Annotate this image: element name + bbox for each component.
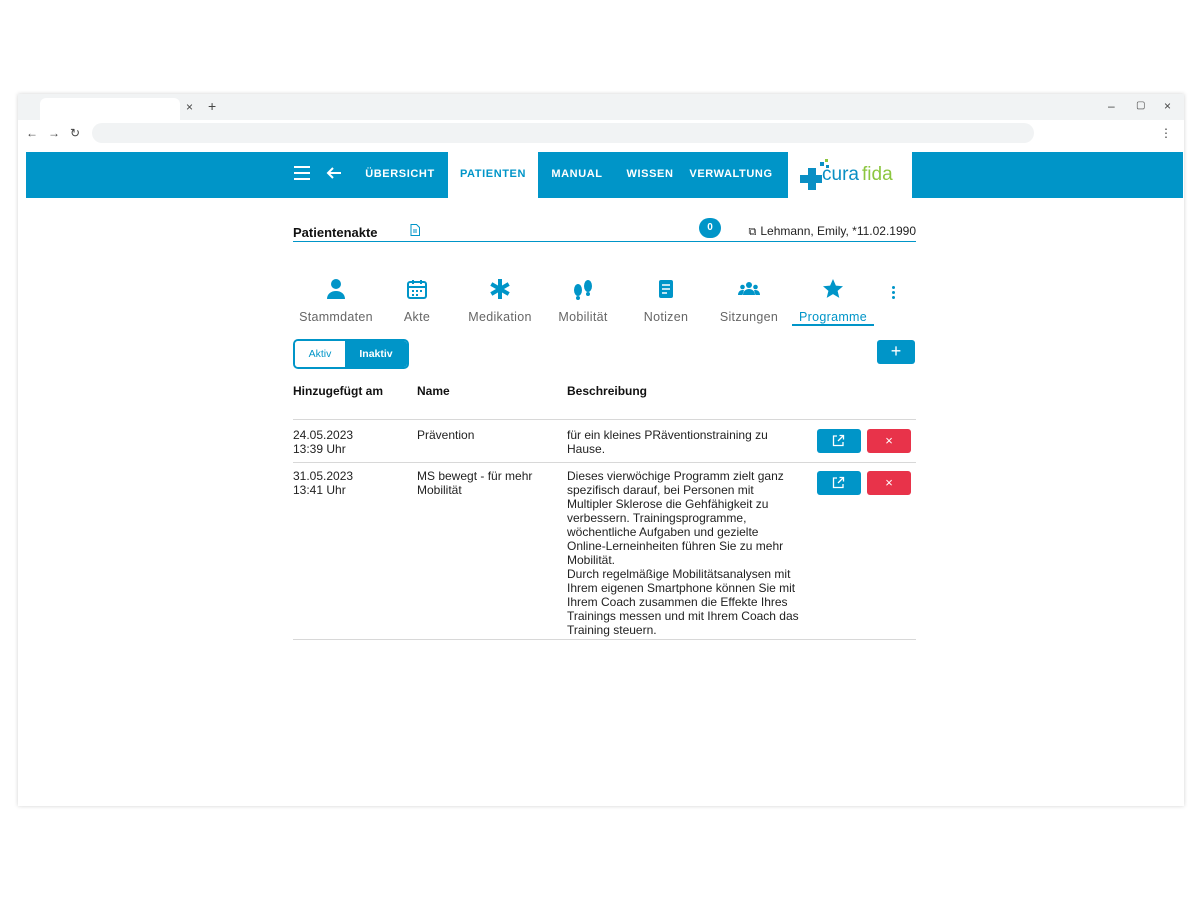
restore-icon[interactable]: ▢ bbox=[1136, 100, 1145, 111]
browser-tab[interactable] bbox=[40, 98, 180, 120]
address-bar[interactable] bbox=[92, 123, 1034, 143]
reload-icon[interactable]: ↻ bbox=[70, 126, 80, 140]
row-description-para1: Dieses vierwöchige Programm zielt ganz s… bbox=[567, 469, 784, 567]
external-link-icon bbox=[832, 434, 845, 447]
app-navbar: ÜBERSICHT PATIENTEN MANUAL WISSEN VERWAL… bbox=[26, 152, 1183, 198]
delete-program-button[interactable]: × bbox=[867, 471, 911, 495]
subtab-stammdaten[interactable]: Stammdaten bbox=[293, 278, 379, 338]
table-divider bbox=[293, 639, 916, 640]
nav-verwaltung[interactable]: VERWALTUNG bbox=[686, 152, 776, 198]
asterisk-icon bbox=[490, 279, 510, 299]
patient-link[interactable]: ⧉ Lehmann, Emily, *11.02.1990 bbox=[748, 224, 916, 239]
subtab-sitzungen[interactable]: Sitzungen bbox=[716, 278, 782, 338]
add-program-button[interactable]: + bbox=[877, 340, 915, 364]
star-icon bbox=[823, 279, 843, 298]
column-header-name: Name bbox=[417, 384, 450, 398]
delete-program-button[interactable]: × bbox=[867, 429, 911, 453]
nav-uebersicht[interactable]: ÜBERSICHT bbox=[360, 152, 440, 198]
row-date-value: 31.05.2023 bbox=[293, 469, 354, 483]
row-date-value: 24.05.2023 bbox=[293, 428, 354, 442]
person-icon bbox=[327, 279, 345, 299]
toggle-aktiv[interactable]: Aktiv bbox=[295, 341, 345, 367]
table-divider bbox=[293, 462, 916, 463]
logo-text-fida: fida bbox=[862, 164, 893, 185]
subtab-medikation[interactable]: Medikation bbox=[464, 278, 536, 338]
row-time-value: 13:41 Uhr bbox=[293, 483, 346, 497]
external-link-icon bbox=[832, 476, 845, 489]
toggle-inaktiv[interactable]: Inaktiv bbox=[345, 341, 407, 367]
back-arrow-icon[interactable] bbox=[326, 161, 342, 187]
group-icon bbox=[738, 282, 760, 295]
nav-patienten[interactable]: PATIENTEN bbox=[448, 152, 538, 198]
back-icon[interactable]: ← bbox=[26, 126, 38, 140]
row-date: 24.05.2023 13:39 Uhr bbox=[293, 428, 353, 456]
row-time-value: 13:39 Uhr bbox=[293, 442, 346, 456]
logo-text-cura: cura bbox=[822, 164, 859, 185]
forward-icon[interactable]: → bbox=[48, 126, 60, 140]
open-program-button[interactable] bbox=[817, 471, 861, 495]
tab-close-icon[interactable]: × bbox=[186, 100, 193, 114]
record-header: Patientenakte 0 ⧉ Lehmann, Emily, *11.02.… bbox=[293, 216, 916, 242]
subtab-label: Sitzungen bbox=[719, 310, 779, 324]
subtab-notizen[interactable]: Notizen bbox=[638, 278, 694, 338]
column-header-added: Hinzugefügt am bbox=[293, 384, 383, 398]
open-program-button[interactable] bbox=[817, 429, 861, 453]
column-header-description: Beschreibung bbox=[567, 384, 648, 398]
row-name: MS bewegt - für mehr Mobilität bbox=[417, 469, 533, 497]
menu-icon[interactable] bbox=[294, 166, 310, 180]
nav-manual[interactable]: MANUAL bbox=[544, 152, 610, 198]
subtab-label: Notizen bbox=[643, 310, 689, 324]
new-tab-icon[interactable]: + bbox=[208, 98, 216, 114]
browser-toolbar: ← → ↻ ⋮ bbox=[18, 120, 1184, 148]
row-description: Dieses vierwöchige Programm zielt ganz s… bbox=[567, 469, 799, 637]
notification-badge[interactable]: 0 bbox=[699, 218, 721, 238]
more-vert-icon[interactable] bbox=[892, 286, 896, 301]
browser-menu-icon[interactable]: ⋮ bbox=[1160, 126, 1172, 140]
active-tab-indicator bbox=[792, 324, 874, 326]
footprints-icon bbox=[574, 280, 592, 300]
row-description-para2: Durch regelmäßige Mobilitätsanalysen mit… bbox=[567, 567, 799, 637]
subtab-label: Stammdaten bbox=[299, 310, 373, 324]
browser-window: × + – ▢ × ← → ↻ ⋮ ÜBERSICHT PATIENTEN MA… bbox=[18, 94, 1184, 806]
table-divider bbox=[293, 419, 916, 420]
minimize-icon[interactable]: – bbox=[1108, 99, 1115, 113]
external-link-icon: ⧉ bbox=[748, 226, 757, 238]
curafida-logo[interactable]: cura fida bbox=[788, 152, 912, 198]
subtab-label: Programme bbox=[799, 310, 867, 324]
page-title: Patientenakte bbox=[293, 225, 378, 240]
subtab-programme[interactable]: Programme bbox=[794, 278, 872, 338]
row-date: 31.05.2023 13:41 Uhr bbox=[293, 469, 353, 497]
row-description: für ein kleines PRäventionstraining zu H… bbox=[567, 428, 768, 456]
note-icon bbox=[659, 280, 673, 298]
patient-name: Lehmann, Emily, *11.02.1990 bbox=[760, 224, 916, 238]
app-content: ÜBERSICHT PATIENTEN MANUAL WISSEN VERWAL… bbox=[26, 152, 1183, 806]
nav-wissen[interactable]: WISSEN bbox=[620, 152, 680, 198]
browser-tabstrip: × + – ▢ × bbox=[18, 94, 1184, 120]
row-name: Prävention bbox=[417, 428, 475, 442]
subtab-label: Medikation bbox=[468, 310, 532, 324]
subtab-mobilitaet[interactable]: Mobilität bbox=[552, 278, 614, 338]
status-toggle: Aktiv Inaktiv bbox=[293, 339, 409, 369]
subtab-label: Mobilität bbox=[558, 310, 608, 324]
subtab-label: Akte bbox=[403, 310, 431, 324]
window-close-icon[interactable]: × bbox=[1164, 99, 1171, 113]
subtab-akte[interactable]: Akte bbox=[396, 278, 438, 338]
calendar-icon bbox=[407, 280, 427, 299]
document-icon[interactable] bbox=[410, 224, 420, 236]
